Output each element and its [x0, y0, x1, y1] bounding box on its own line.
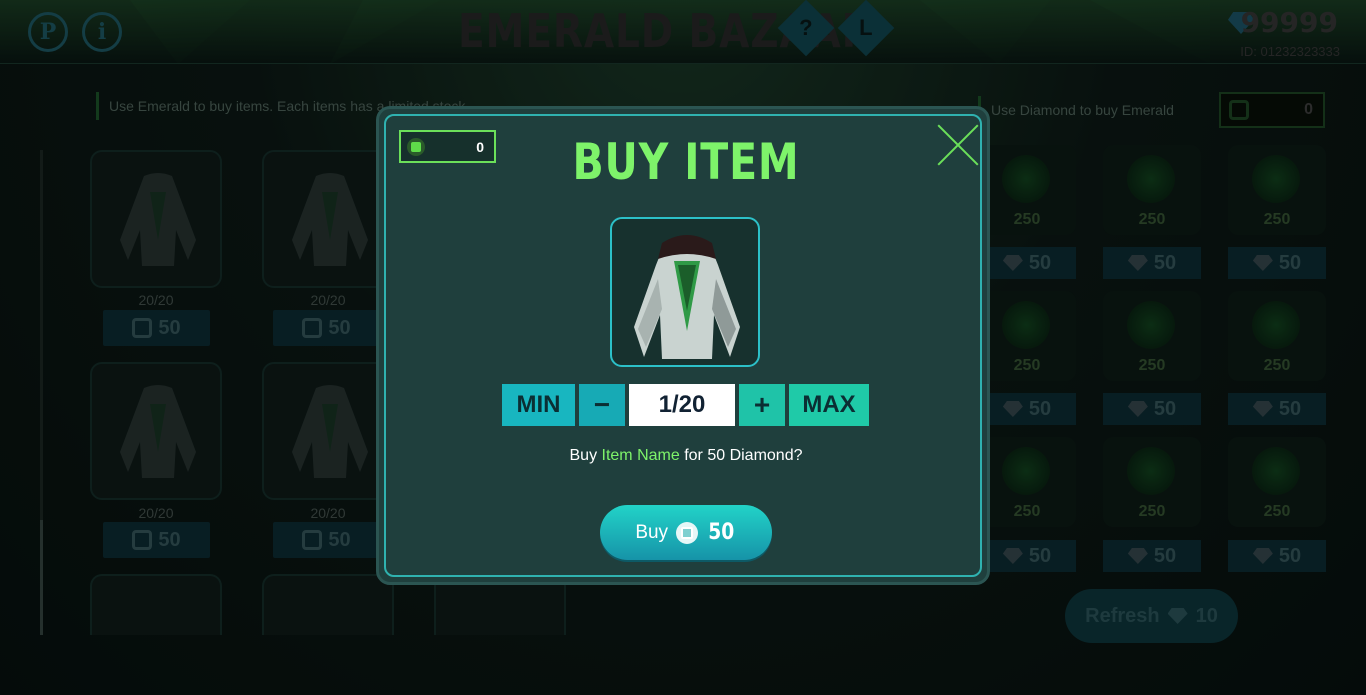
quantity-field[interactable]: 1/20: [629, 384, 735, 426]
buy-item-dialog: 0 BUY ITEM MIN − 1/20 + MAX Buy Item Nam…: [376, 106, 990, 585]
buy-button[interactable]: Buy 50: [600, 505, 772, 560]
max-button[interactable]: MAX: [789, 384, 869, 426]
emerald-icon: [407, 137, 425, 156]
item-preview: [610, 217, 760, 367]
confirm-message: Buy Item Name for 50 Diamond?: [379, 447, 993, 465]
dialog-title: BUY ITEM: [572, 133, 800, 191]
decrement-button[interactable]: −: [579, 384, 625, 426]
item-name: Item Name: [601, 447, 680, 464]
confirm-prefix: Buy: [569, 447, 602, 464]
min-button[interactable]: MIN: [502, 384, 575, 426]
buy-amount: 50: [708, 520, 735, 545]
jacket-icon: [634, 235, 740, 359]
confirm-suffix: for 50 Diamond?: [679, 447, 803, 464]
emerald-icon: [676, 521, 699, 544]
close-button[interactable]: [935, 121, 981, 167]
buy-label: Buy: [635, 521, 669, 543]
increment-button[interactable]: +: [739, 384, 785, 426]
